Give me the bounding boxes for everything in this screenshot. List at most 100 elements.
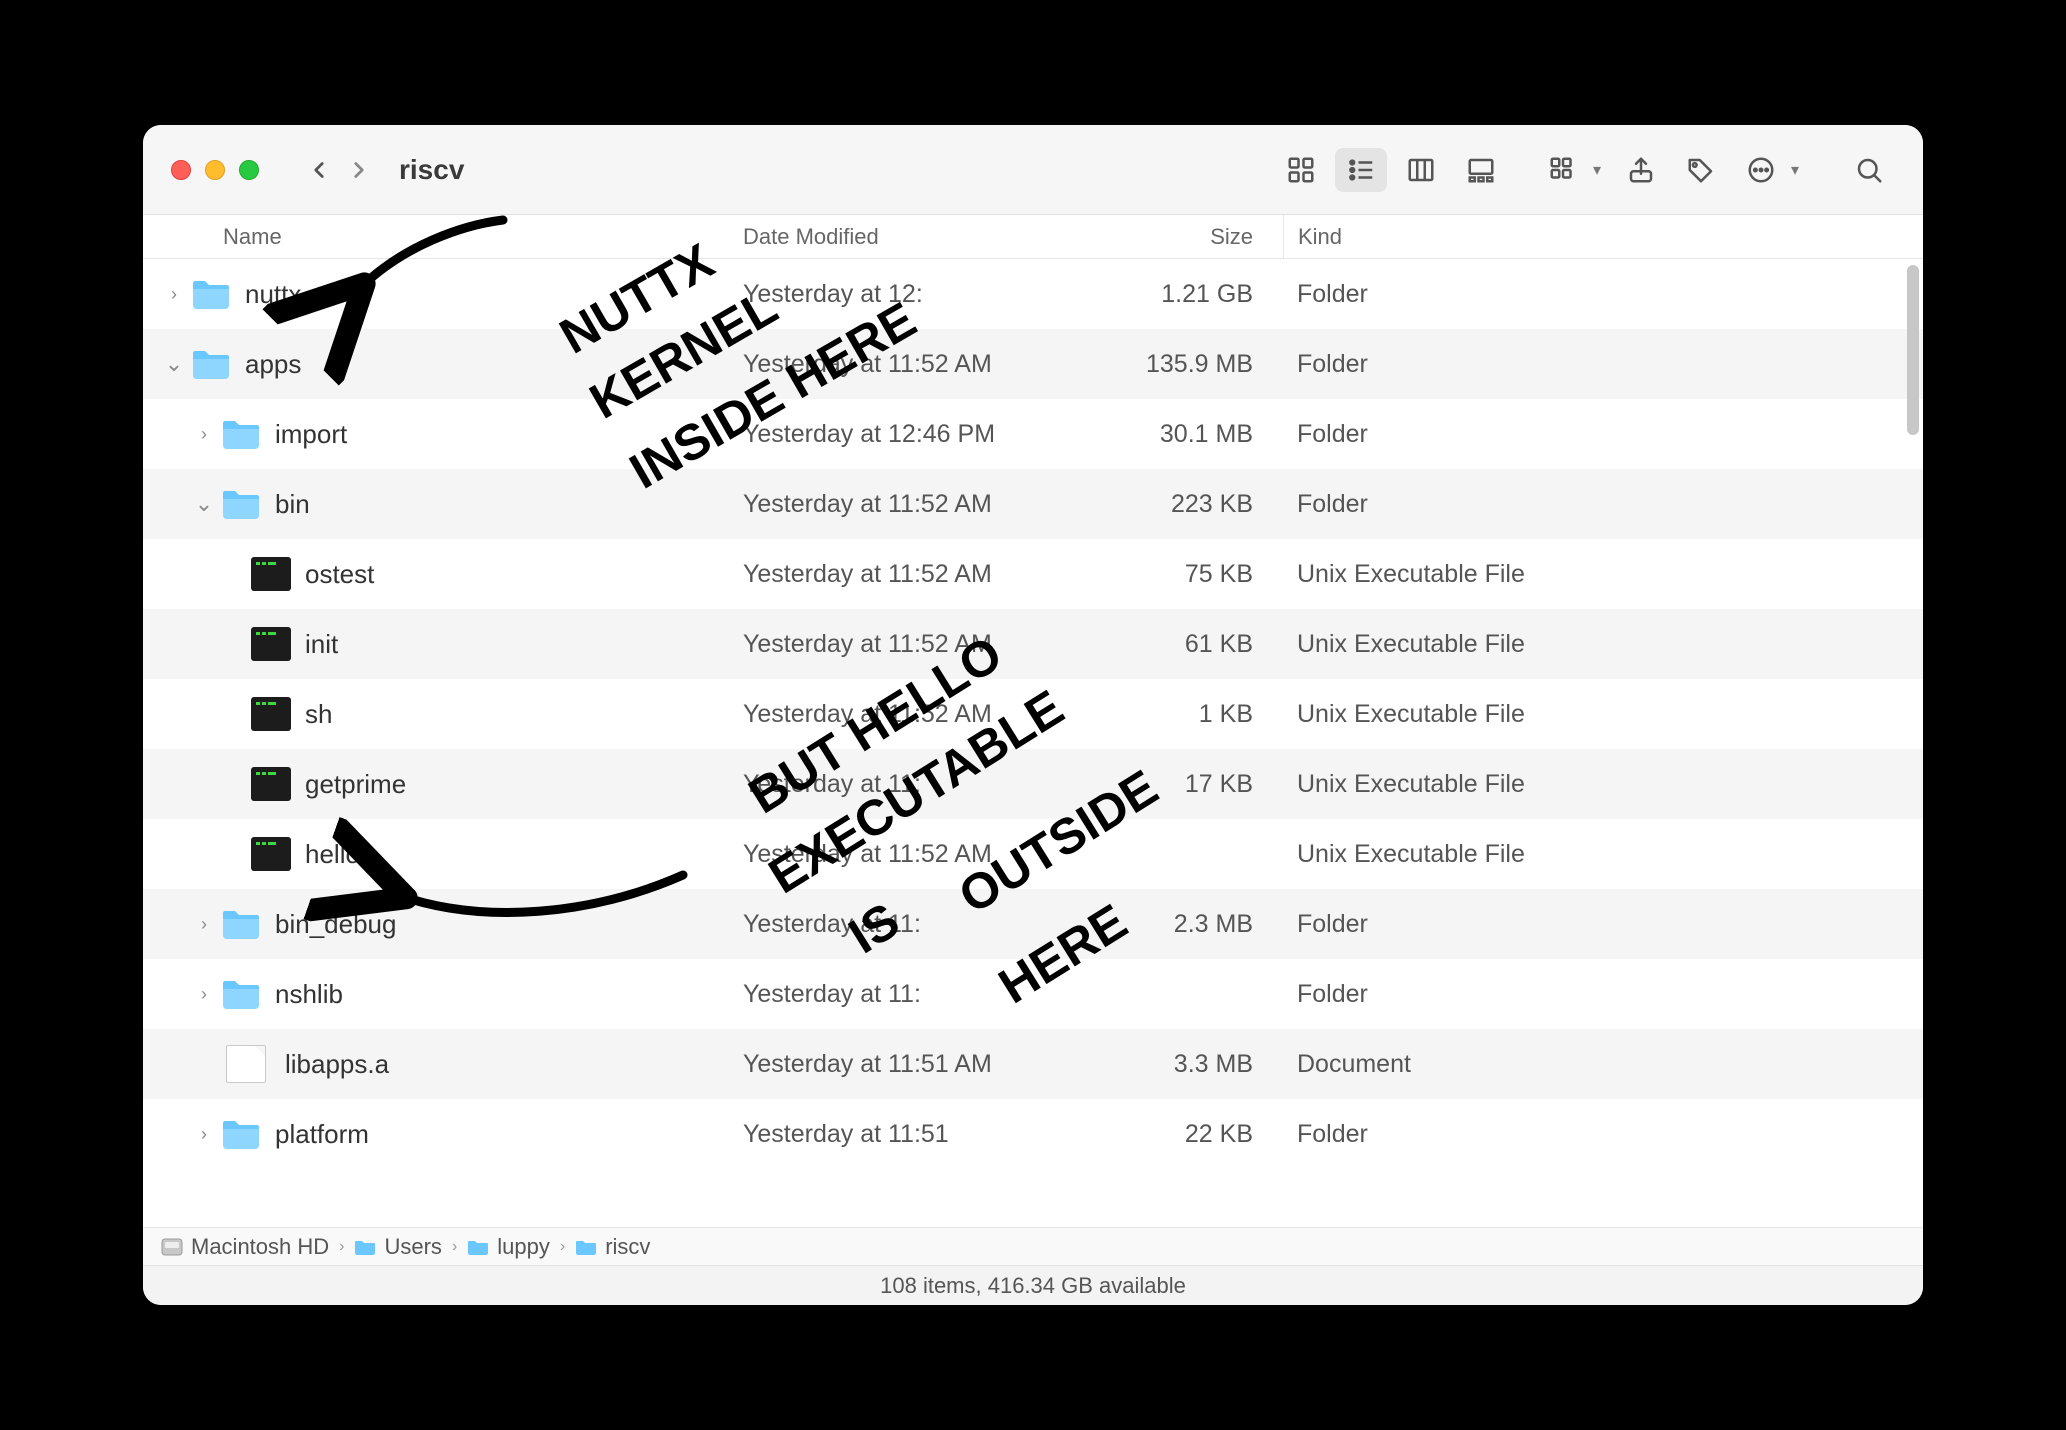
- folder-icon: [575, 1238, 597, 1256]
- file-kind: Unix Executable File: [1283, 630, 1923, 659]
- file-date: Yesterday at 11:52 AM: [743, 700, 1083, 729]
- path-segment[interactable]: luppy: [467, 1234, 550, 1260]
- path-separator-icon: ›: [339, 1238, 344, 1256]
- path-segment[interactable]: riscv: [575, 1234, 650, 1260]
- table-row[interactable]: shYesterday at 11:52 AM1 KBUnix Executab…: [143, 679, 1923, 749]
- view-mode-group: [1275, 148, 1507, 192]
- table-row[interactable]: initYesterday at 11:52 AM61 KBUnix Execu…: [143, 609, 1923, 679]
- path-separator-icon: ›: [560, 1238, 565, 1256]
- disclosure-triangle[interactable]: ›: [193, 424, 215, 445]
- disclosure-triangle[interactable]: ›: [193, 914, 215, 935]
- file-date: Yesterday at 11:51: [743, 1120, 1083, 1149]
- file-list: ›nuttxYesterday at 12:1.21 GBFolder⌄apps…: [143, 259, 1923, 1227]
- file-size: 22 KB: [1083, 1120, 1283, 1149]
- file-size: 3.3 MB: [1083, 1050, 1283, 1079]
- minimize-button[interactable]: [205, 160, 225, 180]
- list-view-button[interactable]: [1335, 148, 1387, 192]
- file-kind: Folder: [1283, 980, 1923, 1009]
- file-date: Yesterday at 11:: [743, 910, 1083, 939]
- path-segment[interactable]: Macintosh HD: [161, 1234, 329, 1260]
- column-date[interactable]: Date Modified: [743, 224, 1083, 250]
- file-kind: Unix Executable File: [1283, 770, 1923, 799]
- scrollbar-thumb[interactable]: [1907, 265, 1919, 435]
- file-kind: Folder: [1283, 910, 1923, 939]
- table-row[interactable]: ›nshlibYesterday at 11:Folder: [143, 959, 1923, 1029]
- file-kind: Folder: [1283, 490, 1923, 519]
- executable-icon: [251, 627, 291, 661]
- folder-icon: [191, 277, 231, 311]
- gallery-view-button[interactable]: [1455, 148, 1507, 192]
- disclosure-triangle[interactable]: ›: [193, 984, 215, 1005]
- folder-icon: [221, 417, 261, 451]
- path-separator-icon: ›: [452, 1238, 457, 1256]
- window-title: riscv: [399, 154, 464, 186]
- disk-icon: [161, 1238, 183, 1256]
- executable-icon: [251, 557, 291, 591]
- file-size: 30.1 MB: [1083, 420, 1283, 449]
- file-size: 2.3 MB: [1083, 910, 1283, 939]
- disclosure-triangle[interactable]: ⌄: [163, 351, 185, 377]
- forward-button[interactable]: [339, 150, 379, 190]
- file-name: apps: [245, 349, 301, 380]
- back-button[interactable]: [299, 150, 339, 190]
- table-row[interactable]: ›importYesterday at 12:46 PM30.1 MBFolde…: [143, 399, 1923, 469]
- toolbar: riscv ▾: [143, 125, 1923, 215]
- file-name: sh: [305, 699, 332, 730]
- folder-icon: [354, 1238, 376, 1256]
- table-row[interactable]: hello Yesterday at 11:52 AM Unix Executabl…: [143, 819, 1923, 889]
- disclosure-triangle[interactable]: ›: [163, 284, 185, 305]
- file-size: 75 KB: [1083, 560, 1283, 589]
- document-icon: [226, 1045, 266, 1083]
- close-button[interactable]: [171, 160, 191, 180]
- file-date: Yesterday at 11:52 AM: [743, 840, 1083, 869]
- file-kind: Unix Executable File: [1283, 560, 1923, 589]
- folder-icon: [467, 1238, 489, 1256]
- file-size: 135.9 MB: [1083, 350, 1283, 379]
- file-size: 1.21 GB: [1083, 280, 1283, 309]
- group-by-button[interactable]: [1537, 148, 1589, 192]
- column-headers: Name Date Modified Size Kind: [143, 215, 1923, 259]
- table-row[interactable]: › nuttx Yesterday at 12:1.21 GBFolder: [143, 259, 1923, 329]
- file-date: Yesterday at 11:: [743, 770, 1083, 799]
- disclosure-triangle[interactable]: ⌄: [193, 491, 215, 517]
- column-name[interactable]: Name: [143, 224, 743, 250]
- folder-icon: [221, 1117, 261, 1151]
- table-row[interactable]: getprimeYesterday at 11:17 KBUnix Execut…: [143, 749, 1923, 819]
- file-size: 61 KB: [1083, 630, 1283, 659]
- table-row[interactable]: libapps.aYesterday at 11:51 AM3.3 MBDocu…: [143, 1029, 1923, 1099]
- column-size[interactable]: Size: [1083, 224, 1283, 250]
- file-size: 223 KB: [1083, 490, 1283, 519]
- executable-icon: [251, 837, 291, 871]
- table-row[interactable]: ostestYesterday at 11:52 AM75 KBUnix Exe…: [143, 539, 1923, 609]
- action-menu-button[interactable]: [1735, 148, 1787, 192]
- file-kind: Unix Executable File: [1283, 700, 1923, 729]
- file-date: Yesterday at 12:: [743, 280, 1083, 309]
- table-row[interactable]: ⌄appsYesterday at 11:52 AM135.9 MBFolder: [143, 329, 1923, 399]
- file-name: platform: [275, 1119, 369, 1150]
- file-name: import: [275, 419, 347, 450]
- file-kind: Unix Executable File: [1283, 840, 1923, 869]
- table-row[interactable]: › platform Yesterday at 11:5122 KBFolder: [143, 1099, 1923, 1169]
- column-view-button[interactable]: [1395, 148, 1447, 192]
- file-kind: Folder: [1283, 280, 1923, 309]
- icon-view-button[interactable]: [1275, 148, 1327, 192]
- folder-icon: [221, 907, 261, 941]
- path-label: Macintosh HD: [191, 1234, 329, 1260]
- tags-button[interactable]: [1675, 148, 1727, 192]
- file-name: nshlib: [275, 979, 343, 1010]
- path-segment[interactable]: Users: [354, 1234, 441, 1260]
- file-name: bin_debug: [275, 909, 396, 940]
- chevron-down-icon: ▾: [1791, 160, 1799, 180]
- zoom-button[interactable]: [239, 160, 259, 180]
- file-size: 17 KB: [1083, 770, 1283, 799]
- share-button[interactable]: [1615, 148, 1667, 192]
- column-kind[interactable]: Kind: [1283, 215, 1923, 258]
- path-bar: Macintosh HD › Users › luppy › riscv: [143, 1227, 1923, 1265]
- file-kind: Folder: [1283, 1120, 1923, 1149]
- disclosure-triangle[interactable]: ›: [193, 1124, 215, 1145]
- search-button[interactable]: [1843, 148, 1895, 192]
- table-row[interactable]: ⌄binYesterday at 11:52 AM223 KBFolder: [143, 469, 1923, 539]
- table-row[interactable]: › bin_debug Yesterday at 11:2.3 MBFolder: [143, 889, 1923, 959]
- file-name: nuttx: [245, 279, 301, 310]
- file-name: hello: [305, 839, 360, 870]
